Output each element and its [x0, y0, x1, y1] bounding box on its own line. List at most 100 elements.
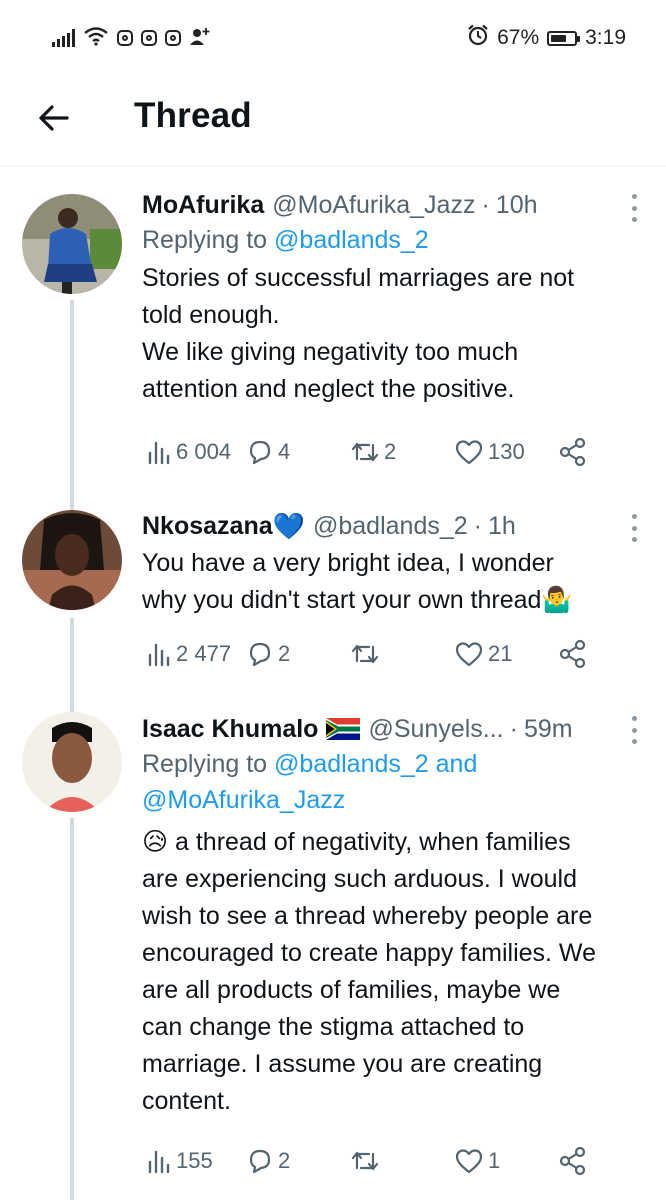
retweet-button[interactable] [350, 1141, 384, 1181]
meta-separator: · [473, 512, 482, 540]
tweet-line: We like giving negativity too much [142, 338, 519, 366]
battery-icon [547, 30, 581, 46]
alarm-icon [467, 24, 489, 52]
tweet-line: marriage. I assume you are creating [142, 1050, 543, 1078]
instagram-icon [141, 30, 157, 46]
reply-button[interactable]: 4 [246, 432, 290, 472]
views-icon [148, 643, 170, 667]
retweet-icon [351, 442, 379, 462]
views-count: 2 477 [176, 641, 232, 666]
tweet-text: You have a very bright idea, I wonder wh… [142, 545, 642, 619]
tweet-actions: 6 004 4 2 130 [142, 432, 602, 472]
heart-icon [455, 440, 483, 465]
tweet-meta: MoAfurika @MoAfurika_Jazz · 10h [142, 188, 642, 222]
meta-separator: · [481, 191, 490, 219]
tweet-item[interactable]: MoAfurika @MoAfurika_Jazz · 10h Replying… [0, 180, 666, 530]
user-name[interactable]: MoAfurika [142, 188, 264, 222]
thread-line [70, 818, 74, 1200]
blue-heart-emoji: 💙 [272, 511, 305, 541]
more-options-icon[interactable] [630, 514, 638, 542]
south-africa-flag-icon [326, 718, 361, 740]
instagram-icon [165, 30, 181, 46]
mention-link[interactable]: @badlands_2 [274, 750, 429, 778]
mention-link[interactable]: @MoAfurika_Jazz [142, 786, 345, 814]
reply-count: 4 [278, 439, 291, 464]
avatar[interactable] [22, 712, 122, 812]
views-button[interactable]: 6 004 [146, 432, 231, 472]
like-button[interactable]: 130 [454, 432, 525, 472]
reply-button[interactable]: 2 [246, 634, 290, 674]
tweet-time[interactable]: 59m [524, 712, 573, 746]
tweet-line: attention and neglect the positive. [142, 375, 515, 403]
reply-icon [249, 440, 271, 465]
share-button[interactable] [558, 1141, 588, 1181]
like-count: 1 [488, 1148, 501, 1173]
tweet-text: 😥 a thread of negativity, when families … [142, 824, 642, 1120]
tweet-line: are experiencing such arduous. I would [142, 865, 577, 893]
avatar[interactable] [22, 510, 122, 610]
views-button[interactable]: 155 [146, 1141, 213, 1181]
tweet-line: why you didn't start your own thread🤷‍♂️ [142, 586, 573, 614]
like-button[interactable]: 21 [454, 634, 512, 674]
tweet-item[interactable]: Nkosazana 💙 @badlands_2 · 1h You have a … [0, 500, 666, 714]
meta-separator: · [509, 715, 518, 743]
share-icon [559, 639, 586, 669]
back-button[interactable] [34, 98, 74, 138]
tweet-time[interactable]: 1h [488, 509, 516, 543]
more-options-icon[interactable] [630, 716, 638, 744]
wifi-icon [83, 26, 109, 51]
views-button[interactable]: 2 477 [146, 634, 231, 674]
share-icon [559, 1146, 586, 1176]
tweet-text: Stories of successful marriages are not … [142, 260, 642, 408]
arrow-left-icon [39, 105, 69, 131]
user-name[interactable]: Isaac Khumalo [142, 712, 318, 746]
reply-count: 2 [278, 641, 291, 666]
retweet-icon [351, 644, 379, 664]
tweet-line: 😥 a thread of negativity, when families [142, 828, 571, 856]
mention-link[interactable]: @badlands_2 [274, 226, 429, 254]
replying-to: Replying to @badlands_2 [142, 222, 642, 258]
user-handle[interactable]: @Sunyels... [368, 712, 503, 746]
retweet-icon [351, 1151, 379, 1171]
tweet-actions: 155 2 1 [142, 1141, 602, 1181]
views-count: 6 004 [176, 439, 232, 464]
reply-button[interactable]: 2 [246, 1141, 290, 1181]
reply-icon [249, 642, 271, 667]
share-button[interactable] [558, 432, 588, 472]
like-count: 21 [488, 641, 513, 666]
replying-prefix: Replying to [142, 750, 268, 778]
tweet-meta: Nkosazana 💙 @badlands_2 · 1h [142, 509, 642, 543]
avatar[interactable] [22, 194, 122, 294]
tweet-meta: Isaac Khumalo @Sunyels... · 59m [142, 712, 642, 746]
views-count: 155 [176, 1148, 213, 1173]
replying-prefix: Replying to [142, 226, 268, 254]
retweet-count: 2 [384, 439, 397, 464]
add-contact-icon [189, 26, 211, 51]
tweet-line: told enough. [142, 301, 280, 329]
thread-line [70, 300, 74, 530]
share-button[interactable] [558, 634, 588, 674]
user-handle[interactable]: @badlands_2 [313, 509, 468, 543]
page-title: Thread [134, 96, 252, 135]
views-icon [148, 1150, 170, 1174]
more-options-icon[interactable] [630, 194, 638, 222]
tweet-line: Stories of successful marriages are not [142, 264, 575, 292]
views-icon [148, 441, 170, 465]
heart-icon [455, 642, 483, 667]
battery-percent: 67% [497, 26, 540, 49]
reply-count: 2 [278, 1148, 291, 1173]
retweet-button[interactable]: 2 [350, 432, 396, 472]
like-count: 130 [488, 439, 525, 464]
tweet-item[interactable]: Isaac Khumalo @Sunyels... · 59m Replying… [0, 700, 666, 1200]
user-name[interactable]: Nkosazana [142, 509, 273, 543]
like-button[interactable]: 1 [454, 1141, 500, 1181]
tweet-time[interactable]: 10h [496, 188, 538, 222]
retweet-button[interactable] [350, 634, 384, 674]
user-handle[interactable]: @MoAfurika_Jazz [272, 188, 475, 222]
instagram-icon [117, 30, 133, 46]
clock: 3:19 [585, 26, 626, 49]
tweet-line: encouraged to create happy families. We [142, 939, 596, 967]
tweet-line: wish to see a thread whereby people are [142, 902, 593, 930]
reply-icon [249, 1149, 271, 1174]
tweet-line: content. [142, 1087, 231, 1115]
